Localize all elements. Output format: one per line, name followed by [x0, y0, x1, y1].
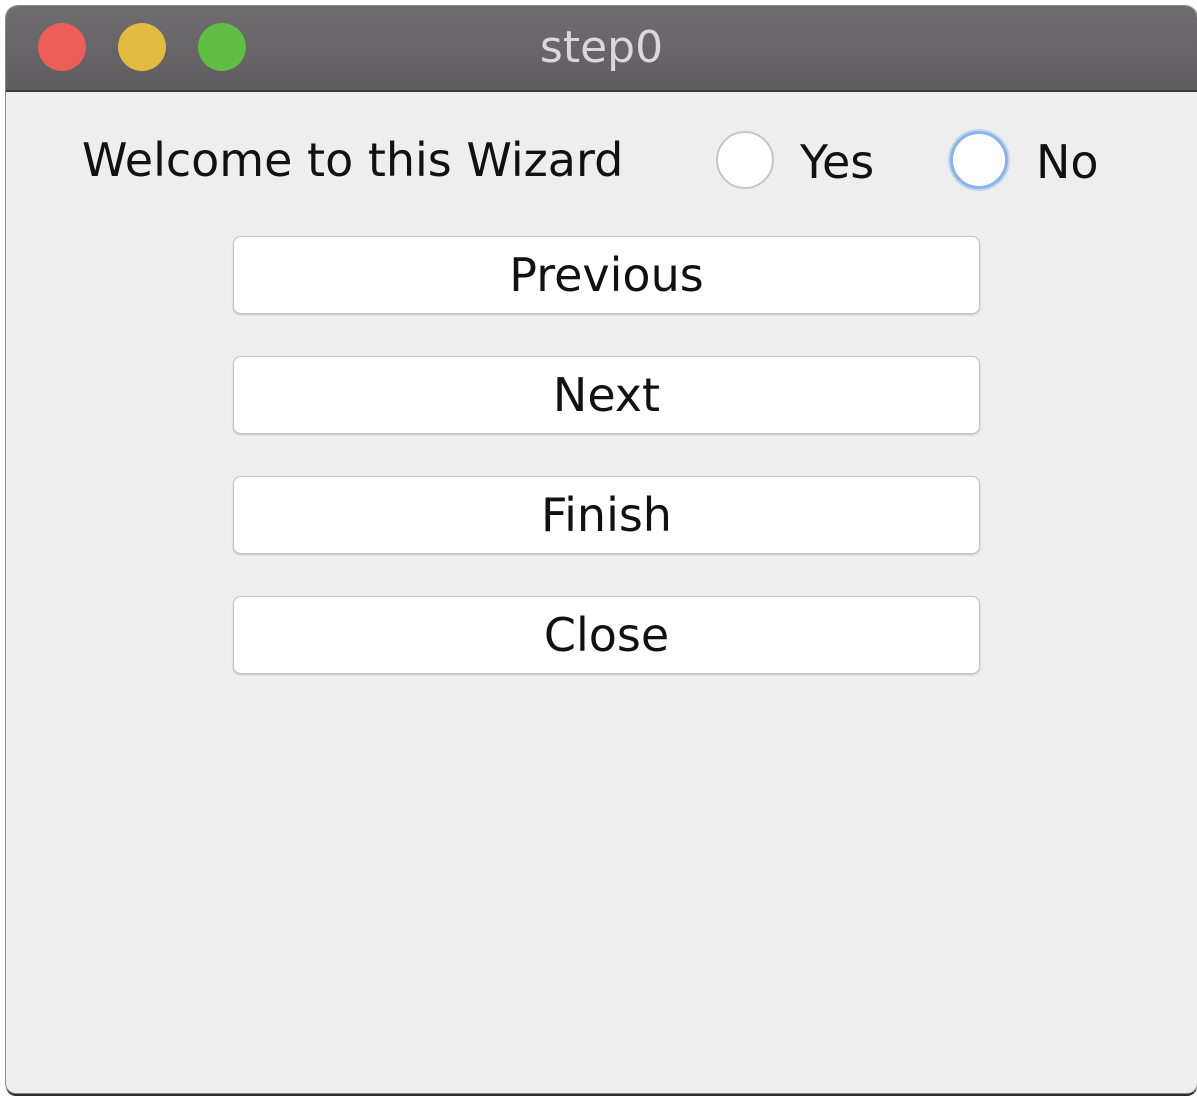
yes-radio[interactable]: [716, 131, 774, 189]
wizard-content: Welcome to this Wizard Yes No Previous N…: [6, 92, 1197, 1093]
welcome-label: Welcome to this Wizard: [82, 133, 624, 187]
no-radio[interactable]: [950, 131, 1008, 189]
wizard-window: step0 Welcome to this Wizard Yes No Prev…: [6, 6, 1197, 1093]
no-radio-label[interactable]: No: [1036, 132, 1099, 192]
window-title: step0: [539, 22, 664, 73]
previous-button[interactable]: Previous: [233, 236, 980, 314]
title-bar[interactable]: step0: [6, 6, 1197, 92]
close-button[interactable]: Close: [233, 596, 980, 674]
finish-button[interactable]: Finish: [233, 476, 980, 554]
yes-radio-label[interactable]: Yes: [800, 132, 874, 192]
next-button[interactable]: Next: [233, 356, 980, 434]
